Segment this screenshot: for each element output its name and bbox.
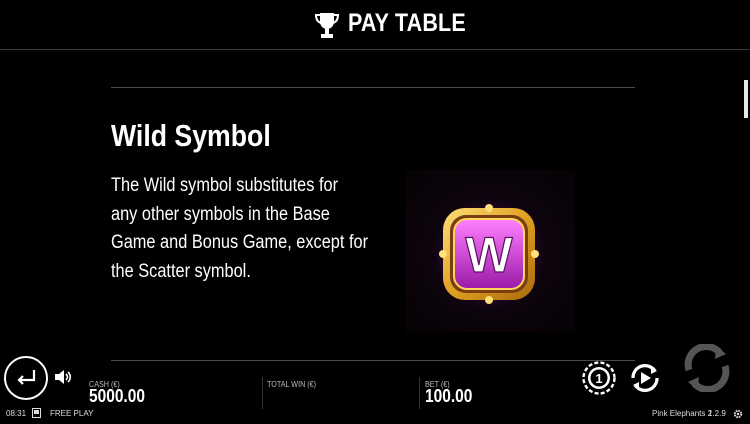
settings-gear-icon[interactable] (733, 409, 743, 419)
clock: 08:31 (6, 409, 27, 418)
wild-symbol-letter: W (465, 227, 513, 283)
page-title: PAY TABLE (348, 9, 466, 37)
bet-coin-icon[interactable]: 1 (582, 361, 616, 395)
bet-value: 100.00 (425, 386, 473, 406)
cash-value: 5000.00 (89, 386, 145, 406)
status-bar (0, 405, 750, 424)
spin-icon[interactable] (682, 344, 732, 392)
divider-bottom (111, 360, 635, 361)
sound-icon[interactable] (54, 369, 72, 385)
play-mode: FREE PLAY (50, 409, 94, 418)
autoplay-icon[interactable] (628, 361, 662, 395)
device-icon (32, 408, 41, 418)
svg-text:1: 1 (595, 371, 602, 386)
description-line: the Scatter symbol. (111, 260, 251, 282)
scrollbar-thumb[interactable] (744, 80, 748, 118)
description-line: any other symbols in the Base (111, 203, 330, 225)
return-arrow-icon (17, 370, 36, 385)
back-button[interactable] (4, 356, 48, 400)
wild-symbol-icon: W (433, 198, 545, 310)
header-divider (0, 49, 750, 50)
trophy-icon (314, 13, 340, 38)
divider-top (111, 87, 635, 88)
description-line: Game and Bonus Game, except for (111, 232, 369, 253)
description-line: The Wild symbol substitutes for (111, 175, 339, 196)
game-version: 1.2.9 (708, 409, 726, 418)
game-name: Pink Elephants 2 (652, 409, 713, 418)
section-title: Wild Symbol (111, 118, 271, 153)
header: PAY TABLE (0, 0, 750, 48)
symbol-description: The Wild symbol substitutes for any othe… (111, 172, 369, 286)
total-win-label: TOTAL WIN (€) (267, 380, 317, 389)
